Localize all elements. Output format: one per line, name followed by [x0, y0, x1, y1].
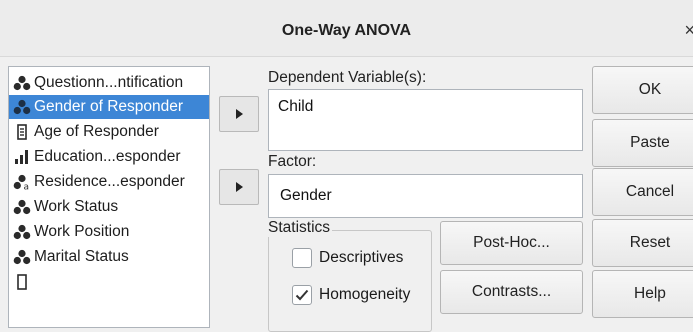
close-icon[interactable]: × — [684, 20, 693, 41]
homogeneity-checkbox[interactable]: Homogeneity — [292, 285, 410, 305]
scale-icon — [17, 124, 27, 140]
variable-item-residence[interactable]: a Residence...esponder — [9, 170, 209, 194]
help-button[interactable]: Help — [592, 270, 693, 318]
checkbox-unchecked-icon — [292, 248, 312, 268]
variable-item-partial[interactable] — [9, 270, 209, 294]
variable-label: Residence...esponder — [34, 173, 185, 190]
scale-icon — [17, 274, 27, 290]
nominal-icon — [13, 75, 31, 91]
dependent-variable-item[interactable]: Child — [269, 90, 582, 116]
svg-text:a: a — [24, 183, 30, 191]
factor-value: Gender — [280, 187, 332, 204]
arrow-right-icon — [235, 109, 243, 119]
move-to-dependent-button[interactable] — [219, 96, 259, 132]
ordinal-icon — [15, 150, 28, 164]
statistics-group — [268, 230, 432, 332]
variable-label: Work Status — [34, 198, 119, 215]
variable-item-questionnaire-id[interactable]: Questionn...ntification — [9, 71, 209, 95]
variable-item-age[interactable]: Age of Responder — [9, 120, 209, 144]
variable-item-marital-status[interactable]: Marital Status — [9, 245, 209, 269]
homogeneity-label: Homogeneity — [319, 286, 411, 303]
cancel-button[interactable]: Cancel — [592, 168, 693, 216]
nominal-icon — [13, 224, 31, 240]
checkbox-checked-icon — [292, 285, 312, 305]
variable-label: Work Position — [34, 223, 130, 240]
ok-button[interactable]: OK — [592, 66, 693, 114]
variable-label: Age of Responder — [34, 123, 159, 140]
factor-field[interactable]: Gender — [268, 174, 583, 218]
variable-item-work-position[interactable]: Work Position — [9, 220, 209, 244]
variable-label: Questionn...ntification — [34, 74, 184, 91]
nominal-icon — [13, 99, 31, 115]
post-hoc-button[interactable]: Post-Hoc... — [440, 221, 583, 265]
variable-item-gender[interactable]: Gender of Responder — [9, 95, 209, 119]
variable-item-education[interactable]: Education...esponder — [9, 145, 209, 169]
contrasts-button[interactable]: Contrasts... — [440, 270, 583, 314]
variable-label: Marital Status — [34, 248, 129, 265]
move-to-factor-button[interactable] — [219, 169, 259, 205]
dependent-variables-label: Dependent Variable(s): — [268, 69, 427, 86]
nominal-icon — [13, 249, 31, 265]
reset-button[interactable]: Reset — [592, 219, 693, 267]
arrow-right-icon — [235, 182, 243, 192]
paste-button[interactable]: Paste — [592, 119, 693, 167]
source-variable-list[interactable]: Questionn...ntification Gender of Respon… — [8, 66, 210, 328]
descriptives-label: Descriptives — [319, 249, 404, 266]
nominal-icon — [13, 199, 31, 215]
factor-label: Factor: — [268, 153, 317, 170]
variable-item-work-status[interactable]: Work Status — [9, 195, 209, 219]
statistics-legend: Statistics — [268, 219, 333, 237]
descriptives-checkbox[interactable]: Descriptives — [292, 248, 403, 268]
variable-label: Gender of Responder — [34, 98, 184, 115]
dependent-variables-list[interactable]: Child — [268, 89, 583, 151]
nominal-string-icon: a — [13, 174, 30, 191]
title-bar: One-Way ANOVA × — [0, 0, 693, 57]
dialog-title: One-Way ANOVA — [281, 22, 412, 39]
variable-label: Education...esponder — [34, 148, 181, 165]
